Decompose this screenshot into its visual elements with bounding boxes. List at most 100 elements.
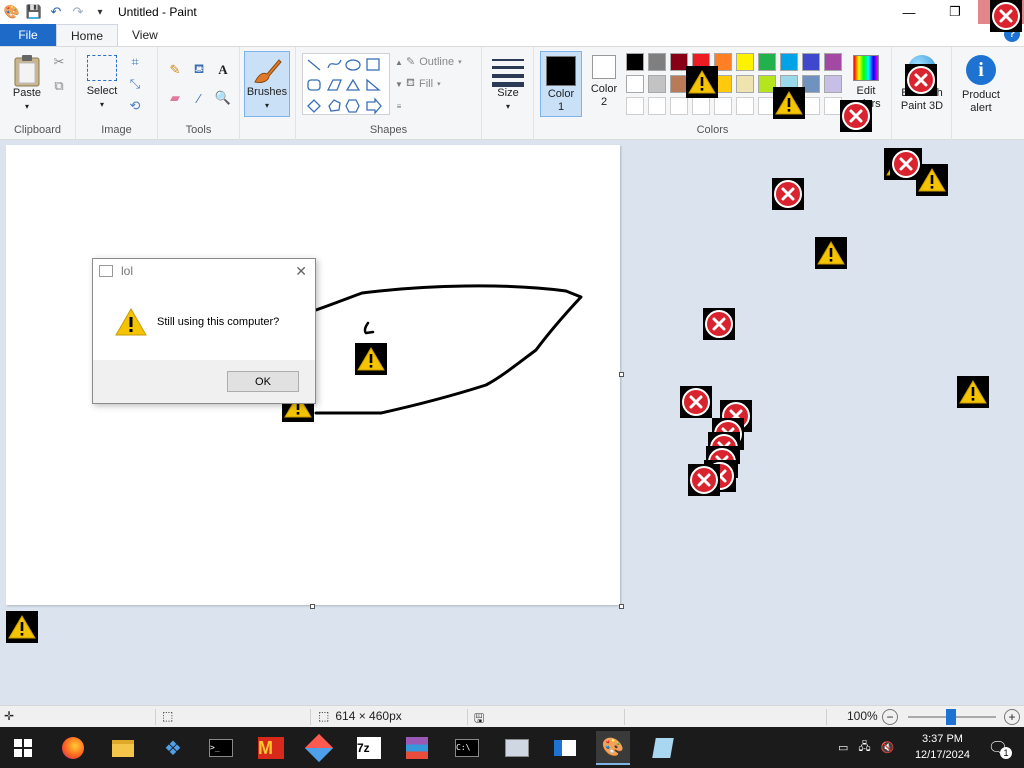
terminal-icon[interactable]: >_ — [204, 731, 238, 765]
error-popup-icon[interactable] — [680, 386, 712, 418]
palette-swatch[interactable] — [758, 53, 776, 71]
error-popup-icon[interactable] — [905, 64, 937, 96]
notepad-icon[interactable] — [646, 731, 680, 765]
winrar-icon[interactable] — [400, 731, 434, 765]
rotate-icon[interactable]: ⟲ — [126, 97, 144, 115]
fill-bucket-icon[interactable]: ⛾ — [190, 61, 208, 79]
cursor-position-icon: ✛ — [4, 709, 15, 723]
mcdonalds-icon[interactable]: M — [254, 731, 288, 765]
palette-swatch[interactable] — [736, 53, 754, 71]
warning-popup-icon[interactable] — [957, 376, 989, 408]
warning-popup-icon[interactable] — [815, 237, 847, 269]
clock[interactable]: 3:37 PM 12/17/2024 — [915, 731, 970, 763]
dialog-titlebar: lol — [93, 259, 315, 283]
error-popup-icon[interactable] — [703, 308, 735, 340]
shapes-expand-icon[interactable]: ≡ — [390, 97, 408, 115]
palette-swatch[interactable] — [626, 53, 644, 71]
zoom-level: 100% — [847, 709, 878, 723]
warning-popup-icon[interactable] — [355, 343, 387, 375]
color1-button[interactable]: Color 1 — [540, 51, 582, 117]
fill-button[interactable]: ⛾ Fill ▾ — [406, 77, 441, 91]
tab-home[interactable]: Home — [56, 24, 119, 46]
custom-color-swatch[interactable] — [648, 97, 666, 115]
custom-color-swatch[interactable] — [626, 97, 644, 115]
paint-taskbar-icon[interactable]: 🎨 — [596, 731, 630, 765]
restore-button[interactable]: ❐ — [932, 0, 978, 24]
control-panel-icon[interactable] — [500, 731, 534, 765]
file-explorer-icon[interactable] — [106, 731, 140, 765]
product-alert-button[interactable]: i Product alert — [956, 55, 1006, 115]
error-popup-icon[interactable] — [688, 464, 720, 496]
zoom-out-button[interactable]: − — [882, 709, 898, 725]
git-icon[interactable] — [302, 731, 336, 765]
palette-swatch[interactable] — [736, 75, 754, 93]
redo-icon[interactable]: ↷ — [70, 4, 86, 20]
warning-popup-icon[interactable] — [686, 66, 718, 98]
error-popup-icon[interactable] — [772, 178, 804, 210]
resize-handle-right[interactable] — [619, 372, 624, 377]
resize-handle-bottom[interactable] — [310, 604, 315, 609]
error-popup-icon[interactable] — [890, 148, 922, 180]
volume-muted-icon[interactable]: 🔇 — [881, 741, 895, 754]
palette-swatch[interactable] — [648, 75, 666, 93]
dialog-close-icon[interactable]: ✕ — [295, 263, 307, 280]
eraser-icon[interactable]: ▰ — [166, 89, 184, 107]
zoom-slider[interactable] — [908, 709, 996, 725]
zoom-in-button[interactable]: + — [1004, 709, 1020, 725]
custom-color-swatch[interactable] — [714, 97, 732, 115]
pencil-icon[interactable]: ✎ — [166, 61, 184, 79]
select-button[interactable]: Select ▾ — [82, 55, 122, 111]
text-tool-icon[interactable]: A — [214, 61, 232, 79]
cut-icon[interactable]: ✂ — [50, 53, 68, 71]
palette-swatch[interactable] — [648, 53, 666, 71]
app-window-icon[interactable] — [548, 731, 582, 765]
customize-toolbar-icon[interactable]: ▾ — [92, 4, 108, 20]
color-picker-icon[interactable]: ⁄ — [190, 89, 208, 107]
warning-popup-icon[interactable] — [773, 87, 805, 119]
outline-button[interactable]: ✎ Outline ▾ — [406, 55, 462, 69]
canvas-size-indicator: ⬚ 614 × 460px — [318, 709, 402, 723]
crop-icon[interactable]: ⌗ — [126, 53, 144, 71]
resize-icon[interactable]: ⤡ — [126, 75, 144, 93]
product-alert-label: Product alert — [962, 89, 1000, 114]
undo-icon[interactable]: ↶ — [48, 4, 64, 20]
tablet-mode-icon[interactable]: ▭ — [838, 741, 848, 754]
color2-swatch — [592, 55, 616, 79]
7zip-icon[interactable]: 7z — [352, 731, 386, 765]
save-icon[interactable]: 💾 — [26, 4, 42, 20]
zoom-slider-thumb[interactable] — [946, 709, 956, 725]
error-popup-icon[interactable] — [990, 0, 1022, 32]
palette-swatch[interactable] — [824, 75, 842, 93]
custom-color-swatch[interactable] — [670, 97, 688, 115]
resize-handle-corner[interactable] — [619, 604, 624, 609]
palette-swatch[interactable] — [626, 75, 644, 93]
ok-button[interactable]: OK — [227, 371, 299, 392]
custom-color-swatch[interactable] — [692, 97, 710, 115]
selection-size-icon: ⬚ — [162, 709, 174, 723]
command-prompt-icon[interactable]: C:\ — [450, 731, 484, 765]
firefox-icon[interactable] — [56, 731, 90, 765]
network-icon[interactable]: 🖧 — [858, 738, 870, 757]
start-button[interactable] — [6, 731, 40, 765]
color2-button[interactable]: Color 2 — [586, 55, 622, 109]
custom-color-swatch[interactable] — [736, 97, 754, 115]
tab-view[interactable]: View — [118, 24, 172, 46]
error-popup-icon[interactable] — [840, 100, 872, 132]
network-app-icon[interactable]: ❖ — [156, 731, 190, 765]
paint-app-icon[interactable]: 🎨 — [4, 4, 20, 20]
shapes-gallery[interactable] — [302, 53, 390, 115]
magnifier-icon[interactable]: 🔍 — [214, 89, 232, 107]
brushes-button[interactable]: Brushes ▾ — [244, 51, 290, 117]
shapes-group: ▲ ▼ ≡ ✎ Outline ▾ ⛾ Fill ▾ Shapes — [296, 47, 482, 140]
paste-button[interactable]: Paste ▾ — [6, 53, 48, 113]
palette-swatch[interactable] — [802, 53, 820, 71]
tab-file[interactable]: File — [0, 24, 56, 46]
warning-popup-icon[interactable] — [6, 611, 38, 643]
minimize-button[interactable]: — — [886, 0, 932, 24]
copy-icon[interactable]: ⧉ — [50, 77, 68, 95]
palette-swatch[interactable] — [780, 53, 798, 71]
palette-swatch[interactable] — [824, 53, 842, 71]
action-center-button[interactable]: 🗨 1 — [978, 731, 1018, 765]
brushes-group: Brushes ▾ — [240, 47, 296, 140]
size-button[interactable]: Size ▾ — [490, 55, 526, 113]
